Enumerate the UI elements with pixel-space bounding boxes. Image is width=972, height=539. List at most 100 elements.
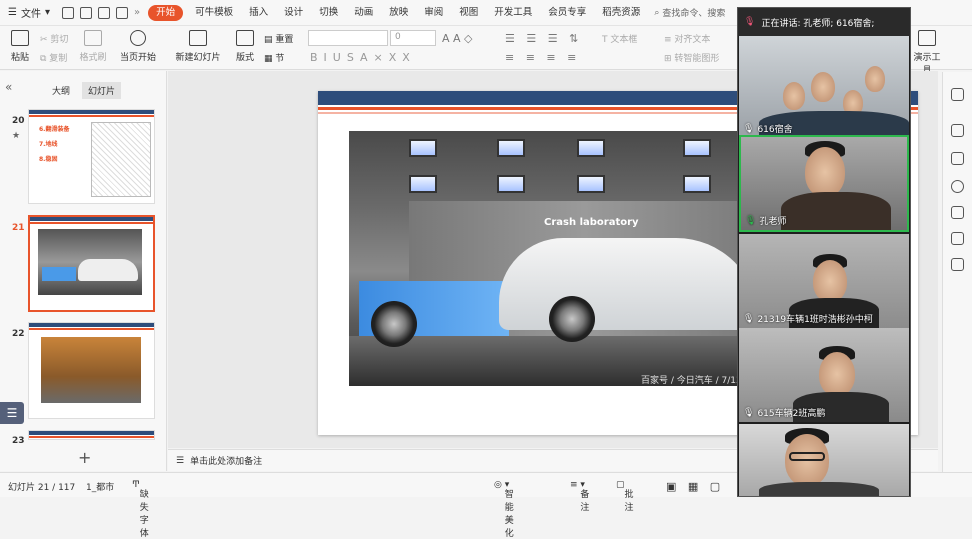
thumb-header-bar xyxy=(29,110,154,114)
preview-icon[interactable] xyxy=(116,6,128,19)
thumb-photo xyxy=(41,337,141,403)
align-buttons[interactable]: ≡ ≡ ≡ ≡ xyxy=(505,51,580,64)
slide-number: 21 xyxy=(12,223,25,233)
thumb-diagram xyxy=(91,122,151,197)
view-mode-buttons[interactable]: ▣ ▦ ▢ xyxy=(666,480,724,493)
text-format-buttons[interactable]: BIUSA×XX xyxy=(310,51,416,64)
list-buttons[interactable]: ☰ ☰ ☰ ⇅ xyxy=(505,32,582,45)
format-painter-button[interactable]: 格式刷 xyxy=(78,30,108,63)
comments-button[interactable]: ▢ 批注 xyxy=(616,480,634,513)
slide-number: 22 xyxy=(12,329,25,339)
text-box-button[interactable]: T 文本框 xyxy=(602,32,637,45)
print-icon[interactable] xyxy=(98,6,110,19)
quick-access: » xyxy=(58,6,144,19)
video-tile[interactable]: 🎙 21319车辆1班时浩彬孙中柯 xyxy=(739,234,909,328)
tab-8[interactable]: 视图 xyxy=(451,0,486,26)
thumb-car xyxy=(78,259,138,281)
show-tools-button[interactable]: 演示工具 xyxy=(912,30,942,76)
section-button[interactable]: ▦ 节 xyxy=(264,51,284,64)
new-slide-button[interactable]: 新建幻灯片 xyxy=(174,30,222,63)
car-wheel xyxy=(549,296,595,342)
tab-1[interactable]: 可牛模板 xyxy=(187,0,241,26)
location-icon[interactable] xyxy=(951,232,964,245)
video-tile-speaking[interactable]: 🎙 孔老师 xyxy=(739,135,909,232)
tab-6[interactable]: 放映 xyxy=(381,0,416,26)
video-tile[interactable] xyxy=(739,424,909,496)
notes-toggle-button[interactable]: ≡ 备注 ▾ xyxy=(570,480,589,513)
thumb-text: 6.翻滑装备 7.地线 8.稳固 xyxy=(39,122,69,167)
smart-beautify-button[interactable]: ◎ 智能美化 ▾ xyxy=(494,480,514,539)
thumb-line: 8.稳固 xyxy=(39,156,58,163)
participant-face xyxy=(865,66,885,92)
ceiling-light xyxy=(683,175,711,193)
video-tile[interactable]: 🎙 616宿舍 xyxy=(739,36,909,138)
new-slide-label: 新建幻灯片 xyxy=(175,53,221,63)
cut-button[interactable]: ✂ 剪切 xyxy=(40,32,68,45)
participant-face xyxy=(783,82,805,110)
share-icon[interactable] xyxy=(951,206,964,219)
paste-button[interactable]: 粘贴 xyxy=(8,30,32,63)
collapse-panel-icon[interactable]: « xyxy=(5,80,12,94)
slide-thumbnail-active[interactable] xyxy=(28,215,155,312)
tab-10[interactable]: 会员专享 xyxy=(540,0,594,26)
backup-icon[interactable] xyxy=(951,258,964,271)
file-menu[interactable]: ☰ 文件 ▾ xyxy=(0,0,58,26)
tab-3[interactable]: 设计 xyxy=(276,0,311,26)
theme-name[interactable]: 1_都市 xyxy=(86,480,114,493)
tab-4[interactable]: 切换 xyxy=(311,0,346,26)
add-slide-button[interactable]: + xyxy=(78,448,91,467)
export-icon[interactable] xyxy=(80,6,92,19)
video-tile[interactable]: 🎙 615车辆2班高鹏 xyxy=(739,328,909,422)
copy-button[interactable]: ⧉ 复制 xyxy=(40,51,67,64)
test-car xyxy=(499,238,759,330)
tab-2[interactable]: 插入 xyxy=(241,0,276,26)
participant-name-text: 21319车辆1班时浩彬孙中柯 xyxy=(757,315,873,325)
new-slide-icon xyxy=(189,30,207,46)
ceiling-light xyxy=(497,175,525,193)
animation-icon[interactable] xyxy=(951,124,964,137)
layout-button[interactable]: 版式 xyxy=(232,30,258,63)
thumb-header-bar xyxy=(29,323,154,327)
font-family-select[interactable] xyxy=(308,30,388,46)
slide-thumbnail[interactable]: 6.翻滑装备 7.地线 8.稳固 xyxy=(28,109,155,204)
layout-label: 版式 xyxy=(235,53,254,63)
slide-thumbnail[interactable] xyxy=(28,322,155,419)
play-icon xyxy=(130,30,146,46)
ceiling-light xyxy=(683,139,711,157)
transition-icon[interactable] xyxy=(951,152,964,165)
more-quick-access[interactable]: » xyxy=(134,7,140,18)
font-grow-buttons[interactable]: A A ◇ xyxy=(442,32,473,45)
reset-label: 重置 xyxy=(275,35,294,45)
tab-outline[interactable]: 大纲 xyxy=(52,84,70,97)
thumb-accent-bar xyxy=(29,115,154,117)
align-text-button[interactable]: ≡ 对齐文本 xyxy=(664,32,710,45)
tab-9[interactable]: 开发工具 xyxy=(486,0,540,26)
command-search[interactable]: ⌕ 查找命令、搜索 xyxy=(654,6,725,20)
convert-smartart-button[interactable]: ⊞ 转智能图形 xyxy=(664,51,719,64)
slide-thumbnail[interactable] xyxy=(28,430,155,440)
ceiling-light xyxy=(497,139,525,157)
thumb-header-bar xyxy=(29,431,154,435)
properties-icon[interactable] xyxy=(951,88,964,101)
participant-name: 🎙 21319车辆1班时浩彬孙中柯 xyxy=(743,312,873,326)
font-size-select[interactable]: 0 xyxy=(390,30,436,46)
missing-font-button[interactable]: Ͳ 缺失字体 xyxy=(132,480,149,539)
help-icon[interactable] xyxy=(951,180,964,193)
crash-test-photo[interactable]: Crash laboratory 百家号 / 今日汽车 / 7/13 xyxy=(349,131,759,386)
tab-7[interactable]: 审阅 xyxy=(416,0,451,26)
thumb-accent-bar xyxy=(30,222,153,224)
thumb-accent-bar xyxy=(29,328,154,330)
brush-icon xyxy=(84,30,102,46)
tab-5[interactable]: 动画 xyxy=(346,0,381,26)
play-from-current-button[interactable]: 当页开始 xyxy=(118,30,158,63)
text-box-label: 文本框 xyxy=(610,35,638,45)
smart-beautify-label: 智能美化 xyxy=(504,490,514,539)
tab-0[interactable]: 开始 xyxy=(148,4,184,21)
reset-button[interactable]: ▤ 重置 xyxy=(264,32,293,45)
tab-slides[interactable]: 幻灯片 xyxy=(82,82,122,99)
save-icon[interactable] xyxy=(62,6,74,19)
tab-11[interactable]: 稻壳资源 xyxy=(594,0,648,26)
outline-toggle-button[interactable]: ☰ xyxy=(0,402,24,424)
comments-label: 批注 xyxy=(624,490,634,513)
hamburger-icon: ☰ xyxy=(8,7,17,18)
